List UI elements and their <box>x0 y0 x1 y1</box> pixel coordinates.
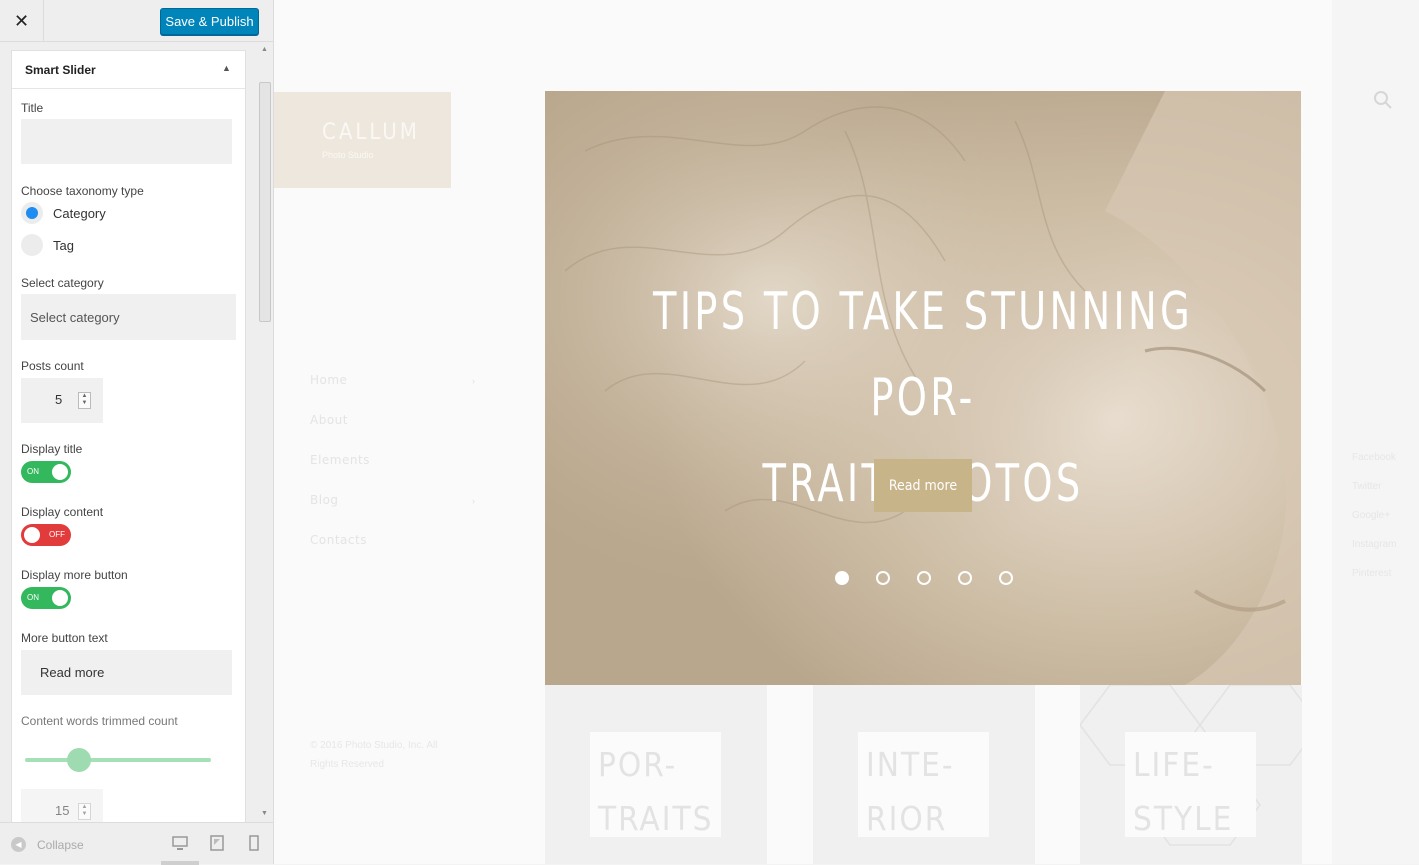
trim-slider-track[interactable] <box>25 758 211 762</box>
toggle-knob <box>24 527 40 543</box>
category-card-lifestyle[interactable]: LIFE- STYLE <box>1080 685 1302 864</box>
mobile-icon[interactable] <box>249 835 259 851</box>
category-select[interactable]: Select category <box>21 294 236 340</box>
posts-count-value: 5 <box>55 392 63 407</box>
card-title: POR- TRAITS <box>598 745 714 838</box>
title-label: Title <box>21 101 44 115</box>
category-card-interior[interactable]: INTE- RIOR <box>813 685 1035 864</box>
nav-contacts[interactable]: Contacts <box>310 533 367 547</box>
social-pinterest[interactable]: Pinterest <box>1352 568 1391 579</box>
customizer-header: ✕ Save & Publish <box>0 0 273 42</box>
more-text-label: More button text <box>21 631 108 645</box>
card-title: INTE- RIOR <box>866 745 955 838</box>
collapse-icon[interactable]: ◀ <box>11 837 26 852</box>
title-input[interactable] <box>21 119 232 164</box>
toggle-state-text: OFF <box>49 530 65 539</box>
panel-scrollbar[interactable]: ▲ ▼ <box>258 42 273 822</box>
trim-label: Content words trimmed count <box>21 714 178 728</box>
hero-slider: TIPS TO TAKE STUNNING POR- TRAIT PHOTOS … <box>545 91 1301 685</box>
hero-read-more-button[interactable]: Read more <box>874 459 972 512</box>
card-label-box: INTE- RIOR <box>858 732 989 838</box>
customizer-footer: ◀ Collapse <box>0 822 273 865</box>
collapse-button[interactable]: Collapse <box>37 838 84 852</box>
slider-dot[interactable] <box>876 571 890 585</box>
stepper-arrows-icon[interactable]: ▲ ▼ <box>78 392 91 409</box>
chevron-right-icon: › <box>472 496 475 506</box>
social-twitter[interactable]: Twitter <box>1352 481 1381 492</box>
radio-tag-label: Tag <box>53 238 74 253</box>
scroll-thumb[interactable] <box>259 82 271 322</box>
triangle-up-icon[interactable]: ▲ <box>222 63 231 73</box>
close-icon[interactable]: ✕ <box>0 0 44 42</box>
category-card-portraits[interactable]: POR- TRAITS <box>545 685 767 864</box>
card-label-box: LIFE- STYLE <box>1125 732 1256 838</box>
posts-count-stepper[interactable]: 5 ▲ ▼ <box>21 378 103 423</box>
site-page: CALLUM Photo Studio Home › About Element… <box>274 0 1332 864</box>
section-header[interactable]: Smart Slider ▲ <box>12 51 245 89</box>
smart-slider-panel: Smart Slider ▲ Title Choose taxonomy typ… <box>11 50 246 830</box>
display-more-label: Display more button <box>21 568 128 582</box>
slider-dot[interactable] <box>917 571 931 585</box>
toggle-state-text: ON <box>27 467 39 476</box>
nav-home[interactable]: Home <box>310 373 347 387</box>
nav-about[interactable]: About <box>310 413 348 427</box>
more-text-input[interactable]: Read more <box>21 650 232 695</box>
social-google-plus[interactable]: Google+ <box>1352 510 1390 521</box>
card-title: LIFE- STYLE <box>1133 745 1234 838</box>
trim-count-value: 15 <box>55 803 70 818</box>
slider-dot[interactable] <box>999 571 1013 585</box>
hero-title-line1: TIPS TO TAKE STUNNING POR- <box>653 282 1193 428</box>
radio-category[interactable] <box>21 202 43 224</box>
site-logo[interactable]: CALLUM Photo Studio <box>274 92 451 188</box>
scroll-down-icon[interactable]: ▼ <box>261 810 268 817</box>
radio-tag[interactable] <box>21 234 43 256</box>
more-text-value: Read more <box>40 665 105 680</box>
logo-tagline: Photo Studio <box>322 150 374 160</box>
display-content-label: Display content <box>21 505 104 519</box>
desktop-icon[interactable] <box>172 835 188 851</box>
site-preview: CALLUM Photo Studio Home › About Element… <box>274 0 1419 864</box>
slider-dot[interactable] <box>835 571 849 585</box>
stepper-arrows-icon[interactable]: ▲ ▼ <box>78 803 91 820</box>
device-active-indicator <box>161 861 199 865</box>
display-content-toggle[interactable]: OFF <box>21 524 71 546</box>
radio-category-label: Category <box>53 206 106 221</box>
search-icon[interactable] <box>1373 90 1393 110</box>
chevron-right-icon: › <box>472 376 475 386</box>
toggle-knob <box>52 590 68 606</box>
category-select-placeholder: Select category <box>30 310 120 325</box>
taxonomy-label: Choose taxonomy type <box>21 184 144 198</box>
display-title-label: Display title <box>21 442 83 456</box>
social-instagram[interactable]: Instagram <box>1352 539 1396 550</box>
nav-blog[interactable]: Blog <box>310 493 339 507</box>
category-label: Select category <box>21 276 104 290</box>
display-title-toggle[interactable]: ON <box>21 461 71 483</box>
nav-elements[interactable]: Elements <box>310 453 370 467</box>
toggle-knob <box>52 464 68 480</box>
posts-count-label: Posts count <box>21 359 84 373</box>
scroll-up-icon[interactable]: ▲ <box>261 46 268 53</box>
customizer-sidebar: ✕ Save & Publish Smart Slider ▲ Title Ch… <box>0 0 274 865</box>
save-publish-button[interactable]: Save & Publish <box>160 8 259 35</box>
toggle-state-text: ON <box>27 593 39 602</box>
trim-slider-handle[interactable] <box>66 748 91 772</box>
social-facebook[interactable]: Facebook <box>1352 452 1396 463</box>
display-more-toggle[interactable]: ON <box>21 587 71 609</box>
card-label-box: POR- TRAITS <box>590 732 721 838</box>
slider-dot[interactable] <box>958 571 972 585</box>
section-title: Smart Slider <box>25 63 96 77</box>
copyright-text: © 2016 Photo Studio, Inc. All Rights Res… <box>310 740 438 770</box>
tablet-icon[interactable] <box>210 835 224 851</box>
logo-name: CALLUM <box>322 120 420 145</box>
